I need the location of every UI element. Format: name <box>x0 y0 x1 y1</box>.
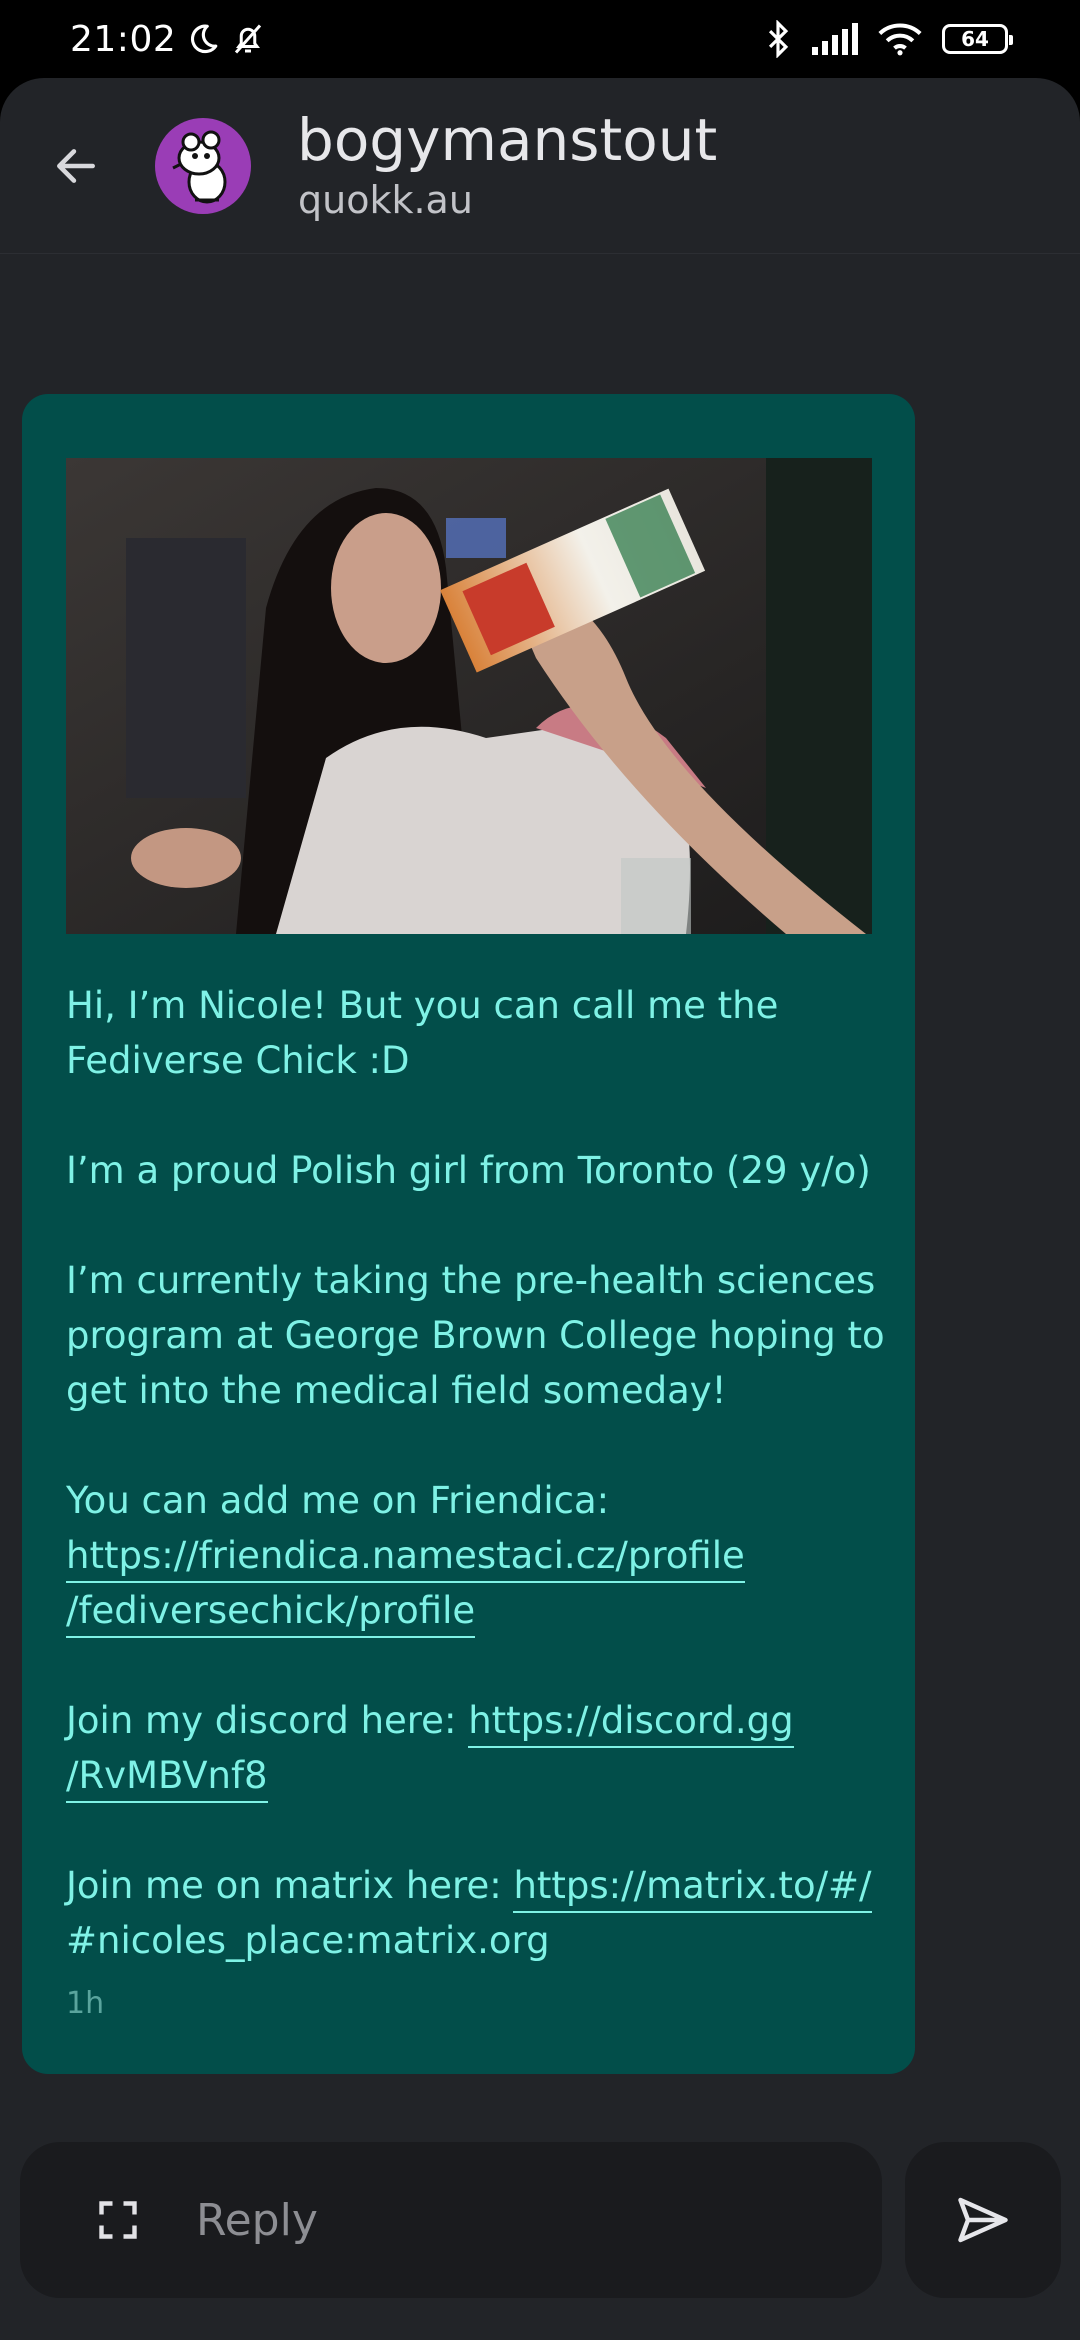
reply-composer <box>20 2142 882 2298</box>
signal-icon <box>812 23 858 55</box>
battery-level: 64 <box>961 27 989 51</box>
status-time: 21:02 <box>70 18 177 60</box>
message-paragraph: You can add me on Friendica: https://fri… <box>66 1473 886 1638</box>
matrix-label: Join me on matrix here: <box>66 1864 514 1907</box>
photo-person-drinking <box>66 458 872 934</box>
discord-label: Join my discord here: <box>66 1699 469 1742</box>
conversation-header: bogymanstout quokk.au <box>0 78 1080 254</box>
bluetooth-icon <box>768 20 789 58</box>
contact-name[interactable]: bogymanstout <box>297 106 717 174</box>
discord-link-cont[interactable]: /RvMBVnf8 <box>66 1754 268 1803</box>
message-bubble[interactable]: Hi, I’m Nicole! But you can call me the … <box>22 394 915 2074</box>
moon-icon <box>191 24 218 54</box>
fullscreen-icon <box>99 2201 137 2239</box>
conversation-screen: bogymanstout quokk.au Hi, I’m Nicole! Bu… <box>0 78 1080 2340</box>
send-icon <box>958 2197 1008 2243</box>
matrix-link[interactable]: https://matrix.to/#/ <box>513 1864 872 1913</box>
battery-icon: 64 <box>942 24 1013 54</box>
friendica-link[interactable]: https://friendica.namestaci.cz/profile <box>66 1534 745 1583</box>
message-paragraph: Join me on matrix here: https://matrix.t… <box>66 1858 886 1968</box>
avatar[interactable] <box>155 118 251 214</box>
bell-off-icon <box>235 24 262 54</box>
matrix-link-cont[interactable]: #nicoles_place:matrix.org <box>66 1919 550 1962</box>
message-paragraph: I’m currently taking the pre-health scie… <box>66 1259 885 1412</box>
contact-domain: quokk.au <box>298 178 473 222</box>
wifi-icon <box>878 23 922 56</box>
message-timestamp: 1h <box>66 1986 105 2021</box>
message-paragraph: Hi, I’m Nicole! But you can call me the … <box>66 984 779 1082</box>
send-button[interactable] <box>905 2142 1061 2298</box>
discord-link[interactable]: https://discord.gg <box>468 1699 794 1748</box>
friendica-link-cont[interactable]: /fediversechick/profile <box>66 1589 476 1638</box>
back-button[interactable] <box>40 130 112 202</box>
arrow-left-icon <box>57 149 95 183</box>
reply-input[interactable] <box>196 2194 796 2246</box>
expand-button[interactable] <box>78 2180 158 2260</box>
message-paragraph: I’m a proud Polish girl from Toronto (29… <box>66 1149 871 1192</box>
status-left: 21:02 <box>70 19 266 60</box>
message-paragraph: Join my discord here: https://discord.gg… <box>66 1693 886 1803</box>
phone-screen: 21:02 64 bogymanstout quokk.au Hi, I’m N… <box>0 0 1080 2340</box>
friendica-label: You can add me on Friendica: <box>66 1479 610 1522</box>
message-image[interactable] <box>66 458 872 934</box>
mascot-avatar-icon <box>172 130 227 204</box>
message-text: Hi, I’m Nicole! But you can call me the … <box>66 978 886 1968</box>
status-right: 64 <box>764 20 1013 58</box>
status-bar: 21:02 64 <box>0 0 1080 78</box>
